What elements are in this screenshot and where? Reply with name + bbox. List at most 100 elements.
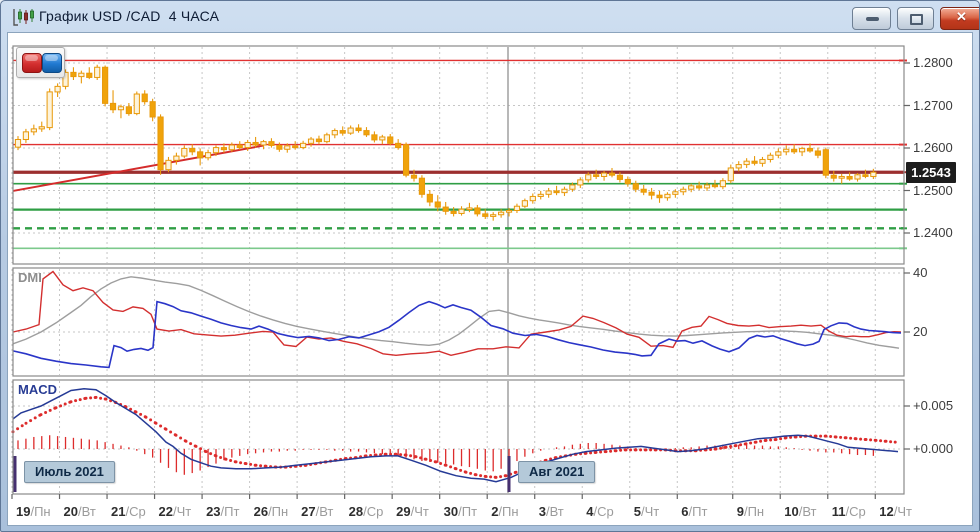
candle-body[interactable] bbox=[499, 212, 504, 215]
candle-body[interactable] bbox=[293, 146, 298, 148]
candle-body[interactable] bbox=[103, 67, 108, 103]
candle-body[interactable] bbox=[174, 156, 179, 160]
candle-body[interactable] bbox=[126, 107, 131, 114]
candle-body[interactable] bbox=[467, 208, 472, 210]
red-symbol-button[interactable] bbox=[22, 53, 42, 73]
candle-body[interactable] bbox=[110, 103, 115, 109]
candle-body[interactable] bbox=[617, 175, 622, 179]
candle-body[interactable] bbox=[784, 149, 789, 152]
candle-body[interactable] bbox=[324, 135, 329, 142]
candle-body[interactable] bbox=[269, 142, 274, 146]
candle-body[interactable] bbox=[720, 181, 725, 187]
candle-body[interactable] bbox=[205, 153, 210, 158]
candle-body[interactable] bbox=[213, 148, 218, 153]
candle-body[interactable] bbox=[451, 211, 456, 213]
chart-canvas[interactable] bbox=[1, 1, 980, 532]
candle-body[interactable] bbox=[506, 210, 511, 212]
candle-body[interactable] bbox=[71, 72, 76, 76]
candle-body[interactable] bbox=[364, 131, 369, 135]
candle-body[interactable] bbox=[712, 185, 717, 187]
candle-body[interactable] bbox=[863, 175, 868, 177]
candle-body[interactable] bbox=[435, 202, 440, 207]
candle-body[interactable] bbox=[332, 131, 337, 135]
candle-body[interactable] bbox=[609, 173, 614, 175]
candle-body[interactable] bbox=[799, 148, 804, 151]
candle-body[interactable] bbox=[633, 184, 638, 190]
candle-body[interactable] bbox=[348, 128, 353, 133]
candle-body[interactable] bbox=[229, 145, 234, 150]
candle-body[interactable] bbox=[388, 137, 393, 143]
candle-body[interactable] bbox=[792, 149, 797, 152]
candle-body[interactable] bbox=[673, 192, 678, 195]
candle-body[interactable] bbox=[530, 196, 535, 200]
candle-body[interactable] bbox=[245, 142, 250, 147]
candle-body[interactable] bbox=[261, 142, 266, 145]
candle-body[interactable] bbox=[459, 209, 464, 213]
candle-body[interactable] bbox=[31, 129, 36, 132]
candle-body[interactable] bbox=[39, 127, 44, 129]
candle-body[interactable] bbox=[704, 185, 709, 188]
candle-body[interactable] bbox=[285, 146, 290, 149]
candle-body[interactable] bbox=[443, 207, 448, 211]
candle-body[interactable] bbox=[815, 151, 820, 155]
candle-body[interactable] bbox=[570, 185, 575, 189]
candle-body[interactable] bbox=[182, 148, 187, 156]
candle-body[interactable] bbox=[15, 140, 20, 148]
candle-body[interactable] bbox=[744, 161, 749, 164]
candle-body[interactable] bbox=[776, 152, 781, 155]
candle-body[interactable] bbox=[166, 160, 171, 169]
candle-body[interactable] bbox=[237, 145, 242, 148]
candle-body[interactable] bbox=[419, 178, 424, 194]
candle-body[interactable] bbox=[689, 186, 694, 189]
candle-body[interactable] bbox=[142, 94, 147, 102]
candle-body[interactable] bbox=[594, 175, 599, 177]
candle-body[interactable] bbox=[150, 102, 155, 117]
candle-body[interactable] bbox=[697, 186, 702, 188]
candle-body[interactable] bbox=[79, 73, 84, 76]
candle-body[interactable] bbox=[380, 137, 385, 140]
candle-body[interactable] bbox=[641, 189, 646, 192]
candle-body[interactable] bbox=[578, 180, 583, 185]
candle-body[interactable] bbox=[823, 150, 828, 176]
candle-body[interactable] bbox=[372, 135, 377, 140]
candle-body[interactable] bbox=[681, 189, 686, 192]
candle-body[interactable] bbox=[586, 175, 591, 180]
candle-body[interactable] bbox=[356, 128, 361, 131]
candle-body[interactable] bbox=[601, 173, 606, 176]
candle-body[interactable] bbox=[546, 191, 551, 194]
candle-body[interactable] bbox=[475, 208, 480, 214]
candle-body[interactable] bbox=[277, 145, 282, 149]
candle-body[interactable] bbox=[411, 175, 416, 178]
candle-body[interactable] bbox=[403, 145, 408, 176]
candle-body[interactable] bbox=[158, 117, 163, 170]
candle-body[interactable] bbox=[316, 139, 321, 142]
candle-body[interactable] bbox=[768, 155, 773, 159]
candle-body[interactable] bbox=[134, 94, 139, 114]
candle-body[interactable] bbox=[839, 176, 844, 178]
candle-body[interactable] bbox=[483, 214, 488, 217]
candle-body[interactable] bbox=[190, 148, 195, 151]
candle-body[interactable] bbox=[253, 142, 258, 145]
candle-body[interactable] bbox=[87, 73, 92, 77]
candle-body[interactable] bbox=[396, 143, 401, 147]
candle-body[interactable] bbox=[625, 179, 630, 183]
candle-body[interactable] bbox=[301, 143, 306, 147]
candle-body[interactable] bbox=[118, 107, 123, 110]
candle-body[interactable] bbox=[562, 189, 567, 192]
candle-body[interactable] bbox=[221, 148, 226, 150]
candle-body[interactable] bbox=[514, 206, 519, 210]
candle-body[interactable] bbox=[47, 92, 52, 128]
candle-body[interactable] bbox=[760, 159, 765, 163]
candle-body[interactable] bbox=[728, 168, 733, 181]
candle-body[interactable] bbox=[55, 86, 60, 92]
candle-body[interactable] bbox=[736, 165, 741, 168]
candle-body[interactable] bbox=[491, 215, 496, 217]
candle-body[interactable] bbox=[23, 132, 28, 140]
candle-body[interactable] bbox=[831, 175, 836, 178]
candle-body[interactable] bbox=[855, 175, 860, 179]
blue-symbol-button[interactable] bbox=[42, 53, 62, 73]
candle-body[interactable] bbox=[522, 201, 527, 207]
candle-body[interactable] bbox=[657, 195, 662, 198]
candle-body[interactable] bbox=[427, 194, 432, 202]
candle-body[interactable] bbox=[649, 192, 654, 195]
